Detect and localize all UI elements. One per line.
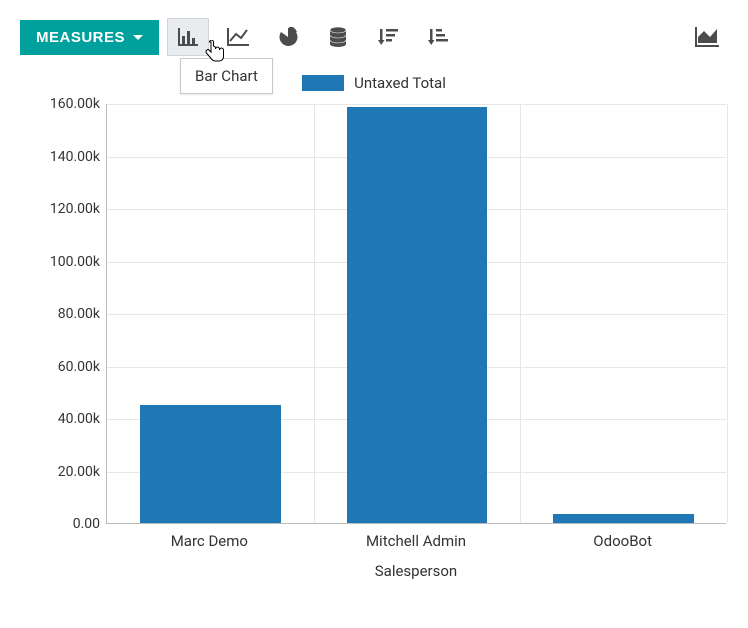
chart-legend: Untaxed Total	[0, 66, 748, 96]
y-tick-label: 20.00k	[20, 464, 100, 480]
area-chart-icon	[695, 27, 719, 47]
bar-chart-button[interactable]	[167, 18, 209, 56]
legend-label: Untaxed Total	[354, 74, 446, 92]
bar[interactable]	[553, 514, 694, 523]
bar[interactable]	[140, 405, 281, 523]
plot-area	[106, 104, 726, 524]
category-gridline	[727, 104, 728, 523]
y-tick-label: 140.00k	[20, 149, 100, 165]
caret-down-icon	[133, 35, 143, 40]
category-gridline	[314, 104, 315, 523]
bar[interactable]	[347, 107, 488, 523]
x-tick-label: Marc Demo	[171, 532, 248, 550]
line-chart-icon	[227, 28, 249, 46]
y-tick-label: 0.00	[20, 516, 100, 532]
line-chart-button[interactable]	[217, 18, 259, 56]
y-tick-label: 160.00k	[20, 96, 100, 112]
category-gridline	[520, 104, 521, 523]
tooltip-text: Bar Chart	[195, 67, 258, 85]
y-tick-label: 60.00k	[20, 359, 100, 375]
sort-desc-button[interactable]	[367, 18, 409, 56]
x-axis-labels: Marc Demo Mitchell Admin OdooBot	[106, 532, 726, 556]
measures-button[interactable]: MEASURES	[20, 20, 159, 55]
measures-label: MEASURES	[36, 29, 125, 46]
x-axis-title: Salesperson	[106, 562, 726, 580]
y-axis: 0.0020.00k40.00k60.00k80.00k100.00k120.0…	[20, 104, 106, 524]
y-tick-label: 120.00k	[20, 201, 100, 217]
gridline	[107, 104, 726, 105]
chart-area: 0.00 20.00k 40.00k 60.00k 80.00k 100.00k 120.0…	[20, 104, 728, 594]
x-tick-label: Mitchell Admin	[366, 532, 466, 550]
x-tick-label: OdooBot	[593, 532, 652, 550]
area-chart-button[interactable]	[686, 18, 728, 56]
bar-chart-icon	[178, 28, 198, 46]
y-tick-label: 80.00k	[20, 306, 100, 322]
legend-swatch	[302, 75, 344, 91]
database-icon	[329, 27, 347, 47]
y-tick-label: 40.00k	[20, 411, 100, 427]
bar-chart-tooltip: Bar Chart	[180, 58, 273, 94]
y-tick-label: 100.00k	[20, 254, 100, 270]
pie-chart-icon	[278, 27, 298, 47]
stacked-button[interactable]	[317, 18, 359, 56]
toolbar: MEASURES	[0, 0, 748, 66]
sort-amount-desc-icon	[378, 28, 398, 46]
pie-chart-button[interactable]	[267, 18, 309, 56]
sort-amount-asc-icon	[428, 28, 448, 46]
sort-asc-button[interactable]	[417, 18, 459, 56]
